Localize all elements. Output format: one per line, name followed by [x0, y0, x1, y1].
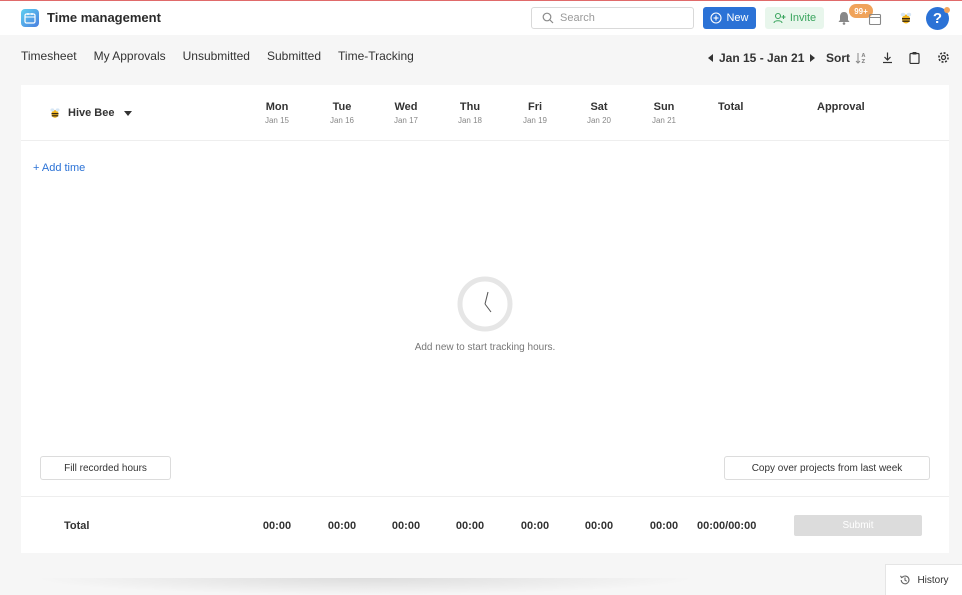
date-range-selector: Jan 15 - Jan 21: [708, 51, 816, 65]
app-header: Time management New Invite 99+ ?: [0, 1, 962, 35]
invite-button-label: Invite: [789, 12, 817, 24]
approval-column-header: Approval: [817, 101, 865, 113]
tab-submitted[interactable]: Submitted: [267, 49, 321, 63]
day-date: Jan 20: [586, 116, 612, 125]
history-icon: [900, 575, 910, 585]
day-total-sat: 00:00: [584, 520, 614, 532]
submit-button[interactable]: Submit: [794, 515, 922, 536]
calendar-app-icon: [21, 9, 39, 27]
day-name: Mon: [265, 101, 289, 113]
day-date: Jan 21: [651, 116, 677, 125]
day-name: Tue: [332, 101, 352, 113]
day-column-tue: Tue Jan 16: [317, 101, 367, 125]
day-column-mon: Mon Jan 15: [252, 101, 302, 125]
view-tabs: Timesheet My Approvals Unsubmitted Submi…: [21, 49, 431, 63]
day-total-mon: 00:00: [262, 520, 292, 532]
empty-state-message: Add new to start tracking hours.: [414, 342, 556, 353]
footer-divider: [21, 496, 949, 497]
day-name: Sat: [590, 101, 608, 113]
day-column-thu: Thu Jan 18: [445, 101, 495, 125]
tab-time-tracking[interactable]: Time-Tracking: [338, 49, 414, 63]
day-total-fri: 00:00: [520, 520, 550, 532]
day-column-sat: Sat Jan 20: [574, 101, 624, 125]
sort-button[interactable]: Sort AZ: [826, 51, 867, 65]
day-total-thu: 00:00: [455, 520, 485, 532]
history-label: History: [917, 574, 949, 586]
day-total-sun: 00:00: [649, 520, 679, 532]
calendar-icon[interactable]: [868, 12, 882, 26]
footer-total-label: Total: [64, 520, 90, 532]
add-time-link[interactable]: + Add time: [33, 162, 85, 174]
clock-icon: [457, 276, 513, 332]
day-date: Jan 15: [264, 116, 290, 125]
tab-unsubmitted[interactable]: Unsubmitted: [183, 49, 250, 63]
clipboard-icon[interactable]: [908, 51, 921, 64]
bottom-shadow: [30, 578, 700, 595]
day-name: Sun: [653, 101, 675, 113]
chevron-down-icon: [124, 110, 133, 116]
previous-week-icon[interactable]: [708, 54, 713, 62]
tab-timesheet[interactable]: Timesheet: [21, 49, 77, 63]
date-range-label[interactable]: Jan 15 - Jan 21: [719, 51, 804, 65]
fill-recorded-hours-button[interactable]: Fill recorded hours: [40, 456, 171, 480]
copy-last-week-button[interactable]: Copy over projects from last week: [724, 456, 930, 480]
history-button[interactable]: History: [885, 564, 962, 595]
search-box[interactable]: [531, 7, 694, 29]
day-total-wed: 00:00: [391, 520, 421, 532]
bee-avatar-icon: [50, 108, 60, 118]
new-button[interactable]: New: [703, 7, 756, 29]
help-notification-dot: [944, 7, 950, 13]
tab-my-approvals[interactable]: My Approvals: [94, 49, 166, 63]
app-title: Time management: [47, 10, 161, 25]
plus-circle-icon: [710, 12, 723, 24]
search-icon: [542, 12, 554, 24]
day-date: Jan 19: [522, 116, 548, 125]
grand-total: 00:00/00:00: [697, 520, 757, 532]
user-selector[interactable]: Hive Bee: [48, 106, 133, 120]
total-column-header: Total: [718, 101, 744, 113]
day-column-fri: Fri Jan 19: [510, 101, 560, 125]
day-name: Fri: [527, 101, 543, 113]
day-date: Jan 16: [329, 116, 355, 125]
user-name: Hive Bee: [68, 107, 115, 119]
day-name: Wed: [394, 101, 418, 113]
bee-avatar-icon[interactable]: [898, 10, 914, 26]
day-date: Jan 17: [393, 116, 419, 125]
day-total-tue: 00:00: [327, 520, 357, 532]
sort-icon: AZ: [855, 53, 866, 64]
day-date: Jan 18: [457, 116, 483, 125]
new-button-label: New: [726, 12, 749, 24]
timesheet-header-row: Hive Bee Mon Jan 15 Tue Jan 16 Wed Jan 17 T…: [21, 85, 949, 141]
next-week-icon[interactable]: [810, 54, 816, 62]
sort-label: Sort: [826, 51, 850, 65]
download-icon[interactable]: [881, 51, 894, 64]
day-column-wed: Wed Jan 17: [381, 101, 431, 125]
search-input[interactable]: [560, 12, 690, 24]
svg-text:Z: Z: [862, 59, 866, 64]
day-name: Thu: [459, 101, 481, 113]
timesheet-card: Hive Bee Mon Jan 15 Tue Jan 16 Wed Jan 17 T…: [21, 85, 949, 553]
settings-gear-icon[interactable]: [937, 51, 950, 64]
day-column-sun: Sun Jan 21: [639, 101, 689, 125]
invite-button[interactable]: Invite: [765, 7, 824, 29]
add-user-icon: [773, 12, 786, 24]
